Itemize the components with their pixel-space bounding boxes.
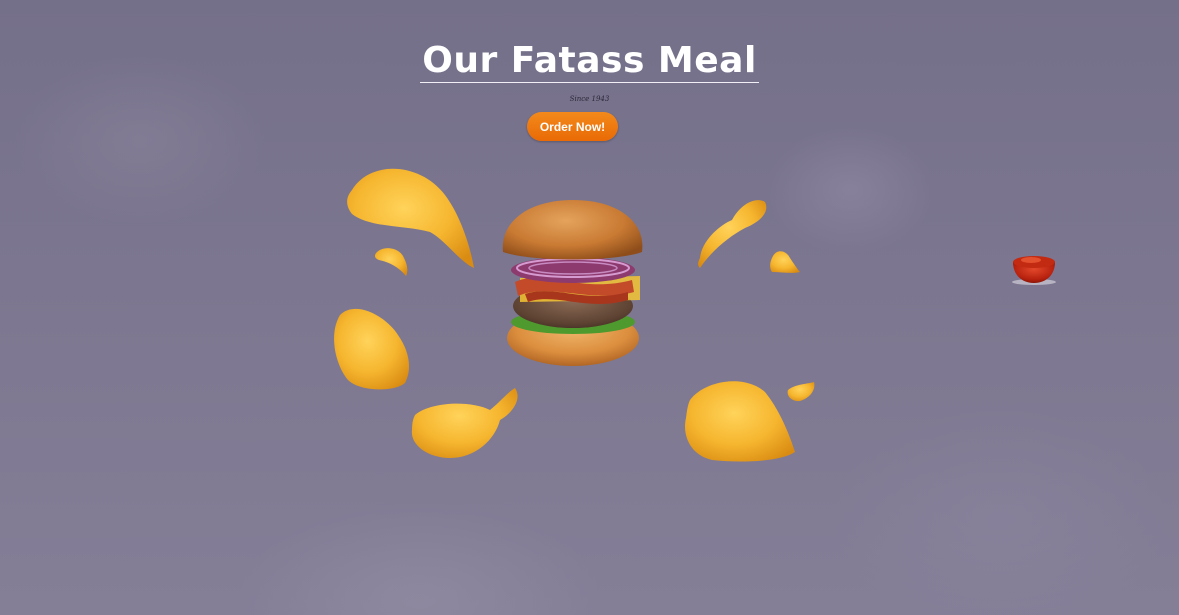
potato-chip-icon <box>685 381 795 462</box>
potato-chip-icon <box>770 251 800 273</box>
potato-chip-icon <box>374 248 408 276</box>
ketchup-bowl-icon <box>1012 256 1056 285</box>
burger-icon <box>502 200 643 366</box>
potato-chip-icon <box>347 168 474 268</box>
potato-chip-icon <box>411 388 518 458</box>
potato-chip-icon <box>787 382 815 402</box>
potato-chip-icon <box>334 308 410 390</box>
food-illustration <box>334 168 1056 462</box>
potato-chip-icon <box>698 200 767 268</box>
